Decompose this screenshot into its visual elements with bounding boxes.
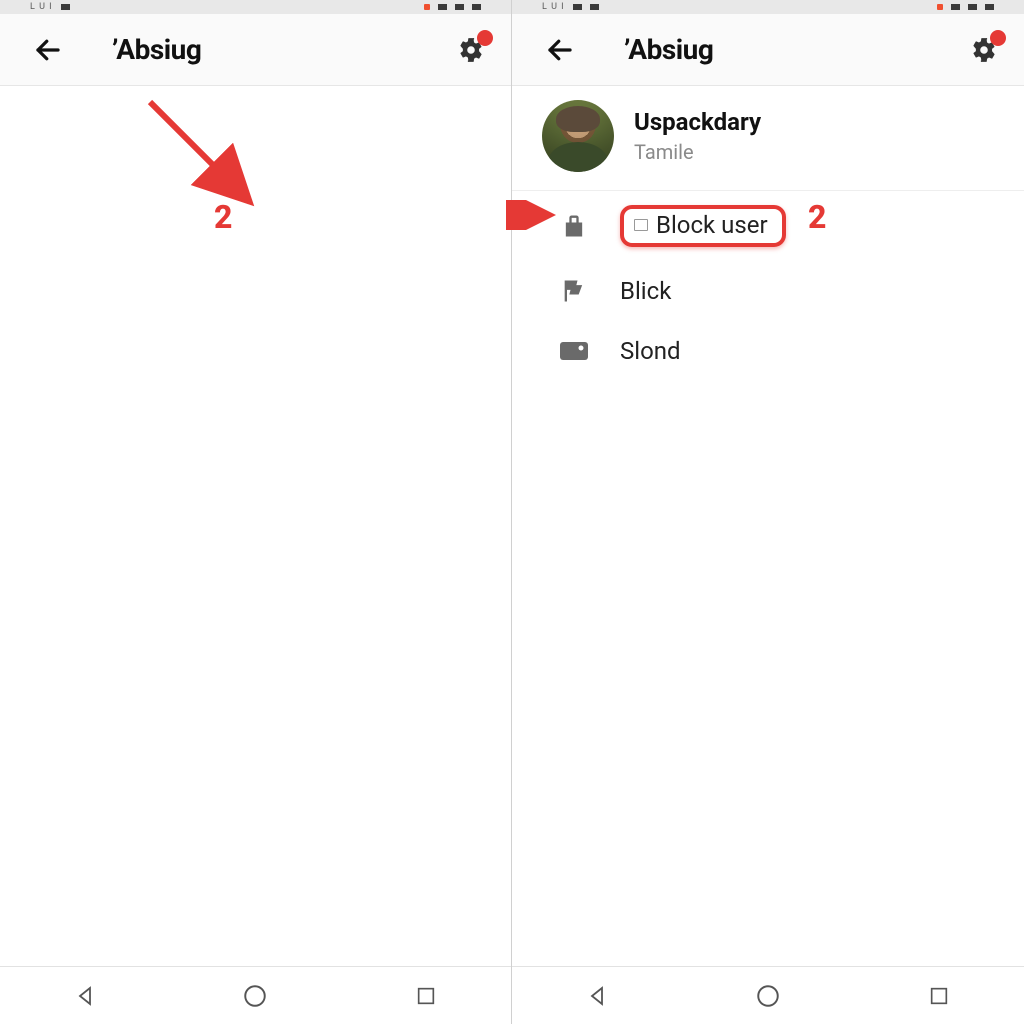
menu-item-slond[interactable]: Slond	[512, 321, 1024, 381]
avatar	[542, 100, 614, 172]
profile-text: Uspackdary Tamile	[634, 108, 761, 164]
back-button[interactable]	[540, 30, 580, 70]
profile-subtitle: Tamile	[634, 140, 761, 164]
phone-screenshot-right: L U I ’Absiug Uspackdary Tamile	[512, 0, 1024, 1024]
block-user-icon	[558, 210, 590, 242]
back-button[interactable]	[28, 30, 68, 70]
profile-name: Uspackdary	[634, 108, 761, 136]
app-header: ’Absiug	[0, 14, 511, 86]
annotation-step-number: 2	[214, 198, 232, 236]
square-recents-icon	[415, 985, 437, 1007]
android-nav-bar	[512, 966, 1024, 1024]
nav-home-button[interactable]	[749, 977, 787, 1015]
circle-home-icon	[242, 983, 268, 1009]
content-area: 2	[0, 86, 511, 966]
square-recents-icon	[928, 985, 950, 1007]
settings-button[interactable]	[964, 30, 1004, 70]
page-title: ’Absiug	[112, 33, 201, 66]
nav-back-button[interactable]	[578, 977, 616, 1015]
annotation-step-number: 2	[808, 198, 826, 236]
profile-row[interactable]: Uspackdary Tamile	[512, 86, 1024, 191]
triangle-back-icon	[585, 984, 609, 1008]
nav-recents-button[interactable]	[920, 977, 958, 1015]
content-area: Uspackdary Tamile Block user Bli	[512, 86, 1024, 966]
arrow-left-icon	[545, 35, 575, 65]
menu-item-blick[interactable]: Blick	[512, 261, 1024, 321]
card-icon	[558, 335, 590, 367]
arrow-left-icon	[33, 35, 63, 65]
nav-home-button[interactable]	[236, 977, 274, 1015]
nav-back-button[interactable]	[66, 977, 104, 1015]
menu-item-label: Block user	[656, 211, 768, 239]
android-nav-bar	[0, 966, 511, 1024]
menu-item-block-user[interactable]: Block user	[512, 191, 1024, 261]
status-bar: L U I	[512, 0, 1024, 14]
flag-icon	[558, 275, 590, 307]
app-header: ’Absiug	[512, 14, 1024, 86]
menu-item-label: Blick	[620, 277, 671, 305]
page-title: ’Absiug	[624, 33, 713, 66]
checkbox-icon	[634, 219, 648, 231]
triangle-back-icon	[73, 984, 97, 1008]
status-bar: L U I	[0, 0, 511, 14]
phone-screenshot-left: L U I ’Absiug 2	[0, 0, 512, 1024]
notification-badge-icon	[477, 30, 493, 46]
annotation-arrow-icon	[140, 92, 280, 222]
settings-button[interactable]	[451, 30, 491, 70]
notification-badge-icon	[990, 30, 1006, 46]
circle-home-icon	[755, 983, 781, 1009]
nav-recents-button[interactable]	[407, 977, 445, 1015]
menu-item-label: Slond	[620, 337, 681, 365]
annotation-highlight-box: Block user	[620, 205, 786, 247]
